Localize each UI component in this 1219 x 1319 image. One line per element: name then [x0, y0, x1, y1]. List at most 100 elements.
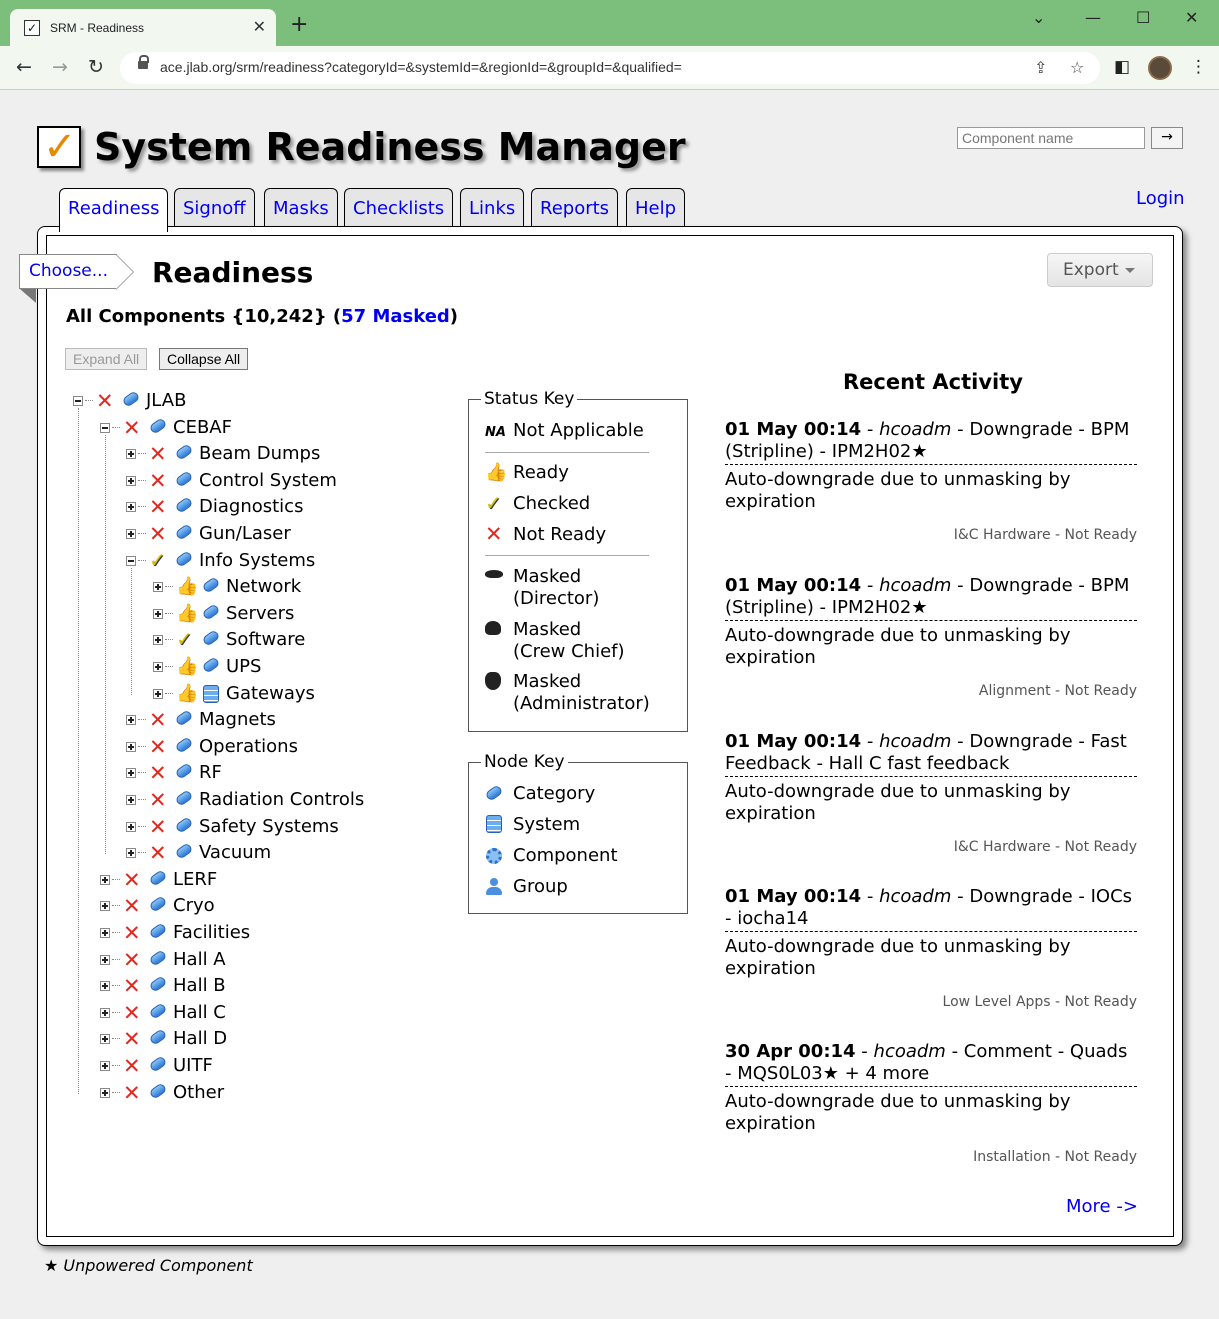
- expand-toggle-icon[interactable]: [153, 635, 163, 646]
- tab-reports[interactable]: Reports: [531, 188, 619, 226]
- expand-toggle-icon[interactable]: [126, 795, 136, 805]
- tree-node-label[interactable]: Hall B: [173, 973, 226, 999]
- tree-node-label[interactable]: Info Systems: [199, 548, 315, 574]
- expand-toggle-icon[interactable]: [153, 608, 163, 619]
- tab-readiness[interactable]: Readiness: [59, 188, 169, 232]
- expand-toggle-icon[interactable]: [153, 662, 163, 672]
- tree-node-label[interactable]: Operations: [199, 734, 298, 760]
- tree-node-label[interactable]: Diagnostics: [199, 494, 303, 520]
- expand-toggle-icon[interactable]: [100, 901, 110, 912]
- expand-toggle-icon[interactable]: [100, 1007, 110, 1018]
- tab-links[interactable]: Links: [460, 188, 525, 226]
- x-mark-icon: ✕: [149, 761, 167, 786]
- masked-link[interactable]: 57 Masked: [341, 306, 450, 327]
- tree-node-label[interactable]: RF: [199, 760, 222, 786]
- maximize-icon[interactable]: ☐: [1136, 8, 1150, 27]
- expand-toggle-icon[interactable]: [100, 928, 110, 938]
- bookmark-star-icon[interactable]: ☆: [1070, 58, 1084, 77]
- collapse-all-button[interactable]: Collapse All: [159, 348, 249, 370]
- collapse-toggle-icon[interactable]: [73, 396, 83, 406]
- tab-signoff[interactable]: Signoff: [174, 188, 255, 226]
- new-tab-button[interactable]: +: [290, 14, 308, 36]
- expand-toggle-icon[interactable]: [153, 582, 163, 593]
- tree-node-label[interactable]: Radiation Controls: [199, 787, 364, 813]
- expand-all-button[interactable]: Expand All: [65, 348, 148, 370]
- choose-filter-button[interactable]: Choose...: [19, 254, 117, 289]
- export-button[interactable]: Export: [1047, 253, 1153, 287]
- tree-node-label[interactable]: Hall A: [173, 947, 226, 973]
- tab-checklists[interactable]: Checklists: [344, 188, 454, 226]
- tree-node-label[interactable]: Gateways: [226, 681, 315, 707]
- close-tab-icon[interactable]: ✕: [253, 17, 266, 36]
- lock-icon[interactable]: [138, 55, 149, 72]
- expand-toggle-icon[interactable]: [153, 688, 163, 699]
- tree-node-label[interactable]: Software: [226, 627, 305, 653]
- expand-toggle-icon[interactable]: [126, 821, 136, 832]
- share-icon[interactable]: ⇪: [1034, 58, 1047, 77]
- collapse-toggle-icon[interactable]: [126, 555, 136, 566]
- window-close-icon[interactable]: ✕: [1185, 8, 1198, 27]
- reload-icon[interactable]: ↻: [88, 57, 104, 77]
- more-activity-link[interactable]: More ->: [1066, 1196, 1138, 1217]
- side-panel-icon[interactable]: ◧: [1114, 57, 1130, 77]
- tree-node-label[interactable]: Safety Systems: [199, 814, 339, 840]
- tree-node-label[interactable]: Servers: [226, 601, 294, 627]
- summary-count: All Components {10,242} (: [66, 306, 342, 327]
- expand-toggle-icon[interactable]: [126, 529, 136, 539]
- tree-node-label[interactable]: Facilities: [173, 920, 250, 946]
- tree-node-label[interactable]: UITF: [173, 1053, 213, 1079]
- expand-toggle-icon[interactable]: [126, 768, 136, 779]
- tree-node-label[interactable]: LERF: [173, 867, 217, 893]
- tree-node-label[interactable]: Gun/Laser: [199, 521, 291, 547]
- key-label: Component: [513, 845, 618, 866]
- url-text[interactable]: ace.jlab.org/srm/readiness?categoryId=&s…: [160, 59, 682, 75]
- tree-node-label[interactable]: Other: [173, 1080, 224, 1106]
- tab-search-icon[interactable]: ⌄: [1032, 8, 1045, 27]
- key-label: Checked: [513, 493, 591, 514]
- expand-toggle-icon[interactable]: [100, 954, 110, 965]
- tree-node-label[interactable]: Cryo: [173, 893, 215, 919]
- profile-avatar[interactable]: [1148, 56, 1172, 80]
- browser-toolbar: ← → ↻ ace.jlab.org/srm/readiness?categor…: [0, 46, 1219, 90]
- expand-toggle-icon[interactable]: [126, 848, 136, 859]
- tree-node-label[interactable]: Network: [226, 574, 301, 600]
- expand-toggle-icon[interactable]: [126, 502, 136, 513]
- expand-toggle-icon[interactable]: [100, 981, 110, 992]
- expand-toggle-icon[interactable]: [100, 1087, 110, 1098]
- tree-node-label[interactable]: Magnets: [199, 707, 276, 733]
- component-search-input[interactable]: [957, 127, 1145, 149]
- expand-toggle-icon[interactable]: [126, 741, 136, 752]
- expand-toggle-icon[interactable]: [126, 715, 136, 726]
- expand-toggle-icon[interactable]: [126, 449, 136, 460]
- key-label: (Administrator): [513, 693, 650, 714]
- collapse-toggle-icon[interactable]: [100, 422, 110, 433]
- tree-node-label[interactable]: Control System: [199, 468, 337, 494]
- back-icon[interactable]: ←: [16, 57, 32, 77]
- component-search-go-button[interactable]: →: [1151, 127, 1183, 149]
- forward-icon[interactable]: →: [52, 57, 68, 77]
- browser-tab[interactable]: ✓ SRM - Readiness ✕: [10, 9, 276, 46]
- tree-node-label[interactable]: Hall C: [173, 1000, 226, 1026]
- tree-node-label[interactable]: CEBAF: [173, 415, 232, 441]
- tab-masks[interactable]: Masks: [264, 188, 338, 226]
- minimize-icon[interactable]: —: [1085, 8, 1101, 27]
- expand-toggle-icon[interactable]: [126, 475, 136, 486]
- tree-node-label[interactable]: Beam Dumps: [199, 441, 320, 467]
- checkmark-logo-icon: ✓: [43, 124, 77, 170]
- expand-toggle-icon[interactable]: [100, 1034, 110, 1045]
- tree-node-label[interactable]: UPS: [226, 654, 261, 680]
- activity-item: 01 May 00:14 - hcoadm - Downgrade - BPM …: [725, 419, 1137, 543]
- tab-help[interactable]: Help: [626, 188, 686, 226]
- x-mark-icon: ✕: [123, 921, 141, 945]
- expand-toggle-icon[interactable]: [100, 874, 110, 885]
- tree-guide-line: [105, 434, 106, 855]
- address-bar[interactable]: ace.jlab.org/srm/readiness?categoryId=&s…: [120, 52, 1100, 84]
- tree-node-label[interactable]: Hall D: [173, 1026, 227, 1052]
- activity-item: 30 Apr 00:14 - hcoadm - Comment - Quads …: [725, 1041, 1137, 1165]
- menu-kebab-icon[interactable]: ⋮: [1190, 57, 1207, 77]
- expand-toggle-icon[interactable]: [100, 1061, 110, 1071]
- srm-logo: ✓: [37, 124, 81, 170]
- login-link[interactable]: Login: [1136, 188, 1185, 209]
- tree-node-label[interactable]: Vacuum: [199, 840, 271, 866]
- tree-node-label[interactable]: JLAB: [146, 388, 186, 414]
